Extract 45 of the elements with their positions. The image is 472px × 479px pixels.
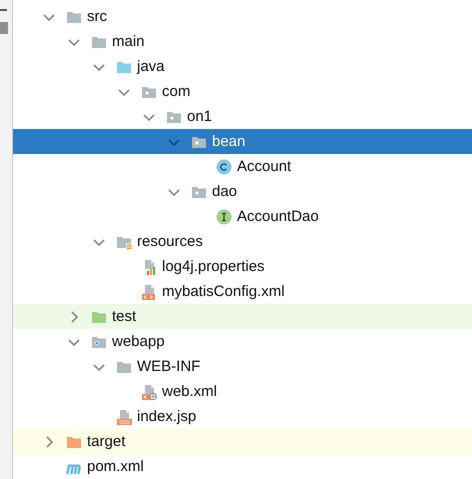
tree-row[interactable]: on1 — [13, 104, 472, 129]
tree-row[interactable]: java — [13, 54, 472, 79]
tree-item-label: web.xml — [162, 382, 218, 402]
class-icon — [216, 158, 232, 174]
tree-row[interactable]: log4j.properties — [13, 254, 472, 279]
tree-item-label: Account — [237, 156, 292, 176]
tree-row[interactable]: webapp — [13, 329, 472, 354]
tree-item-label: mybatisConfig.xml — [162, 282, 285, 302]
tree-item-label: test — [112, 306, 136, 326]
tree-row[interactable]: resources — [13, 229, 472, 254]
tree-row[interactable]: bean — [13, 129, 472, 154]
tree-row[interactable]: Account — [13, 154, 472, 179]
tree-row[interactable]: src — [13, 4, 472, 29]
tree-row[interactable]: dao — [13, 179, 472, 204]
tree-item-label: webapp — [112, 332, 165, 352]
tree-item-label: index.jsp — [137, 406, 196, 426]
tree-item-label: resources — [137, 232, 203, 252]
tree-item-label: bean — [212, 132, 246, 152]
tree-row[interactable]: mybatisConfig.xml — [13, 279, 472, 304]
tree-row[interactable]: target — [13, 429, 472, 454]
tree-row[interactable]: index.jsp — [13, 404, 472, 429]
tree-row[interactable]: main — [13, 29, 472, 54]
tree-row[interactable]: WEB-INF — [13, 354, 472, 379]
tree-item-label: java — [137, 56, 165, 76]
tree-item-label: com — [162, 82, 190, 102]
interface-icon — [216, 208, 232, 224]
xml-file-icon — [141, 284, 157, 300]
tree-item-label: main — [112, 32, 145, 52]
gutter-mark — [0, 9, 7, 11]
tree-row[interactable]: pom.xml — [13, 454, 472, 479]
tree-item-label: dao — [212, 182, 238, 202]
web-xml-file-icon — [141, 384, 157, 400]
tree-item-label: AccountDao — [237, 206, 319, 226]
tree-item-label: WEB-INF — [137, 356, 200, 376]
tree-item-label: log4j.properties — [162, 256, 265, 276]
tree-row[interactable]: AccountDao — [13, 204, 472, 229]
tree-item-label: src — [87, 6, 107, 26]
tree-item-label: pom.xml — [87, 456, 144, 476]
tree-item-label: target — [87, 432, 126, 452]
jsp-file-icon — [116, 408, 132, 424]
gutter-thumb[interactable] — [0, 22, 8, 34]
tree-row[interactable]: web.xml — [13, 379, 472, 404]
tree-row[interactable]: test — [13, 304, 472, 329]
tree-row[interactable]: com — [13, 79, 472, 104]
tree-item-label: on1 — [187, 106, 212, 126]
